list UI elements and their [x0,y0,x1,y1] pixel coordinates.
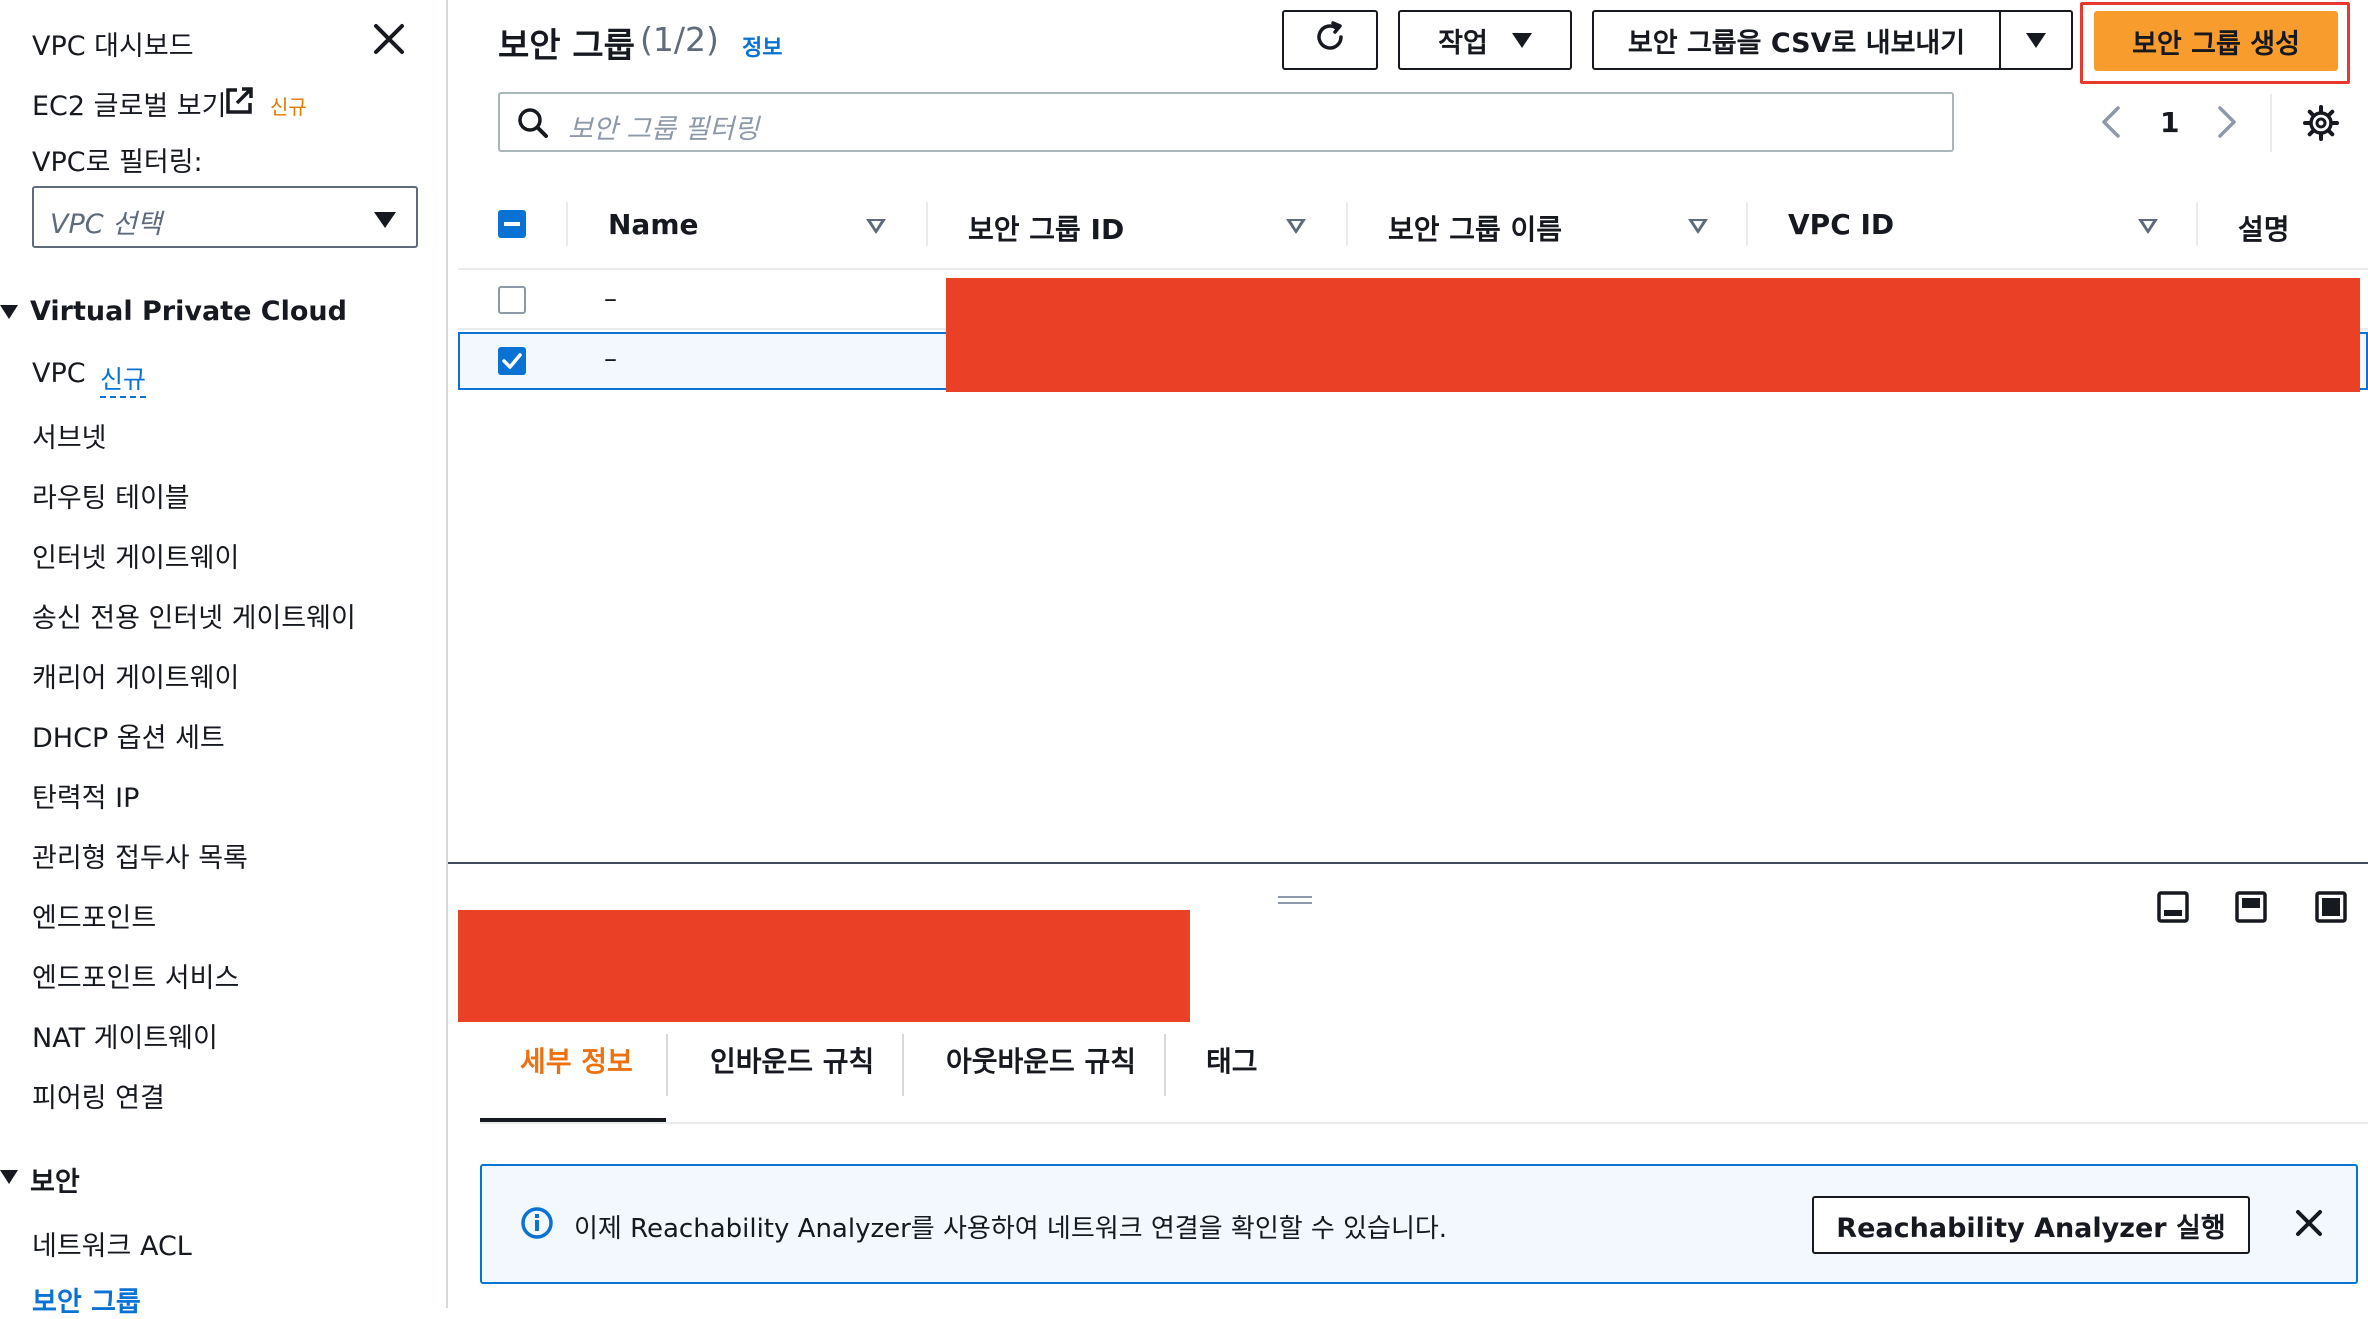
run-reachability-analyzer-label: Reachability Analyzer 실행 [1836,1212,2226,1244]
tab-outbound-rules[interactable]: 아웃바운드 규칙 [946,1040,1136,1080]
sort-icon[interactable] [1688,219,1708,234]
column-header-name[interactable]: Name [608,208,699,241]
row-checkbox[interactable] [498,286,526,314]
tab-inbound-rules[interactable]: 인바운드 규칙 [710,1040,874,1080]
column-separator [1746,202,1748,246]
sidebar-item-dhcp-option-sets[interactable]: DHCP 옵션 세트 [32,716,225,755]
sidebar-item-subnets[interactable]: 서브넷 [32,416,107,455]
tab-tags[interactable]: 태그 [1206,1040,1258,1080]
checkmark-icon [502,353,522,369]
sidebar: VPC 대시보드 EC2 글로벌 보기 신규 VPC로 필터링: VPC 선택 … [0,0,448,1318]
sidebar-item-network-acls[interactable]: 네트워크 ACL [32,1224,192,1263]
section-virtual-private-cloud[interactable]: Virtual Private Cloud [30,296,347,327]
panel-full-icon[interactable] [2314,890,2348,928]
redacted-block [946,278,2360,392]
chevron-right-icon[interactable] [2212,104,2242,144]
sidebar-item-route-tables[interactable]: 라우팅 테이블 [32,476,190,515]
item-count: (1/2) [640,20,719,59]
caret-down-icon [1511,32,1532,48]
sidebar-item-internet-gateways[interactable]: 인터넷 게이트웨이 [32,536,239,575]
info-banner-text: 이제 Reachability Analyzer를 사용하여 네트워크 연결을 … [574,1214,1448,1244]
sidebar-item-nat-gateways[interactable]: NAT 게이트웨이 [32,1016,218,1055]
search-field[interactable]: 보안 그룹 필터링 [498,92,1954,152]
vpc-select[interactable]: VPC 선택 [32,186,418,248]
vpc-select-placeholder: VPC 선택 [50,209,162,240]
sort-icon[interactable] [866,219,886,234]
resize-handle-icon[interactable] [1278,896,1312,904]
sidebar-ec2-global-link[interactable]: EC2 글로벌 보기 [32,84,226,123]
column-header-security-group-name[interactable]: 보안 그룹 이름 [1388,208,1562,248]
sidebar-item-egress-only-igw[interactable]: 송신 전용 인터넷 게이트웨이 [32,596,356,635]
page-number[interactable]: 1 [2160,106,2179,139]
sidebar-item-vpc[interactable]: VPC [32,358,86,389]
actions-button-label: 작업 [1438,27,1488,59]
export-csv-button[interactable]: 보안 그룹을 CSV로 내보내기 [1592,10,2000,70]
select-all-checkbox[interactable] [498,210,526,238]
column-header-security-group-id[interactable]: 보안 그룹 ID [968,208,1124,248]
tab-separator [666,1034,668,1096]
sidebar-item-endpoints[interactable]: 엔드포인트 [32,896,156,935]
section-expand-icon[interactable] [0,1170,18,1184]
column-header-description[interactable]: 설명 [2238,208,2290,248]
info-link[interactable]: 정보 [742,30,782,62]
sort-icon[interactable] [2138,219,2158,234]
refresh-button[interactable] [1282,10,1378,70]
sidebar-item-security-groups[interactable]: 보안 그룹 [32,1280,141,1319]
panel-side-icon[interactable] [2234,890,2268,928]
column-separator [1346,202,1348,246]
column-separator [926,202,928,246]
row-name: – [604,284,617,314]
column-separator [2196,202,2198,246]
close-icon[interactable] [2294,1208,2324,1242]
tabs-underline [480,1122,2368,1124]
external-link-icon [224,86,254,116]
sidebar-item-endpoint-services[interactable]: 엔드포인트 서비스 [32,956,239,995]
redacted-block [458,910,1190,1022]
run-reachability-analyzer-button[interactable]: Reachability Analyzer 실행 [1812,1196,2250,1254]
tab-separator [1164,1034,1166,1096]
gear-icon[interactable] [2302,104,2340,146]
column-header-vpc-id[interactable]: VPC ID [1788,208,1894,241]
row-checkbox-checked[interactable] [498,347,526,375]
page-title: 보안 그룹 [498,26,635,66]
sidebar-item-peering-connections[interactable]: 피어링 연결 [32,1076,165,1115]
caret-down-icon [374,212,396,228]
refresh-icon [1313,20,1347,61]
info-banner: 이제 Reachability Analyzer를 사용하여 네트워크 연결을 … [480,1164,2358,1284]
vpc-filter-label: VPC로 필터링: [32,147,203,178]
indeterminate-icon [504,222,520,226]
actions-button[interactable]: 작업 [1398,10,1572,70]
create-security-group-label: 보안 그룹 생성 [2132,28,2300,60]
export-dropdown-button[interactable] [1999,10,2073,70]
chevron-left-icon[interactable] [2096,104,2126,144]
new-badge[interactable]: 신규 [100,360,147,398]
section-expand-icon[interactable] [0,305,18,319]
sidebar-item-prefix-lists[interactable]: 관리형 접두사 목록 [32,836,248,875]
section-security[interactable]: 보안 [30,1160,80,1199]
new-badge: 신규 [270,95,307,119]
search-input[interactable]: 보안 그룹 필터링 [568,107,759,146]
tab-separator [902,1034,904,1096]
caret-down-icon [2026,32,2046,48]
close-icon[interactable] [372,22,406,56]
sidebar-item-carrier-gateways[interactable]: 캐리어 게이트웨이 [32,656,239,695]
create-security-group-button[interactable]: 보안 그룹 생성 [2094,11,2338,71]
search-icon [516,106,550,144]
column-separator [566,202,568,246]
row-name: – [604,344,617,374]
tab-details[interactable]: 세부 정보 [520,1040,633,1080]
panel-bottom-icon[interactable] [2156,890,2190,928]
sort-icon[interactable] [1286,219,1306,234]
sidebar-dashboard-link[interactable]: VPC 대시보드 [32,24,194,63]
divider [2270,94,2272,152]
info-icon [520,1206,554,1244]
sidebar-item-elastic-ips[interactable]: 탄력적 IP [32,776,139,815]
export-csv-label: 보안 그룹을 CSV로 내보내기 [1627,27,1966,59]
